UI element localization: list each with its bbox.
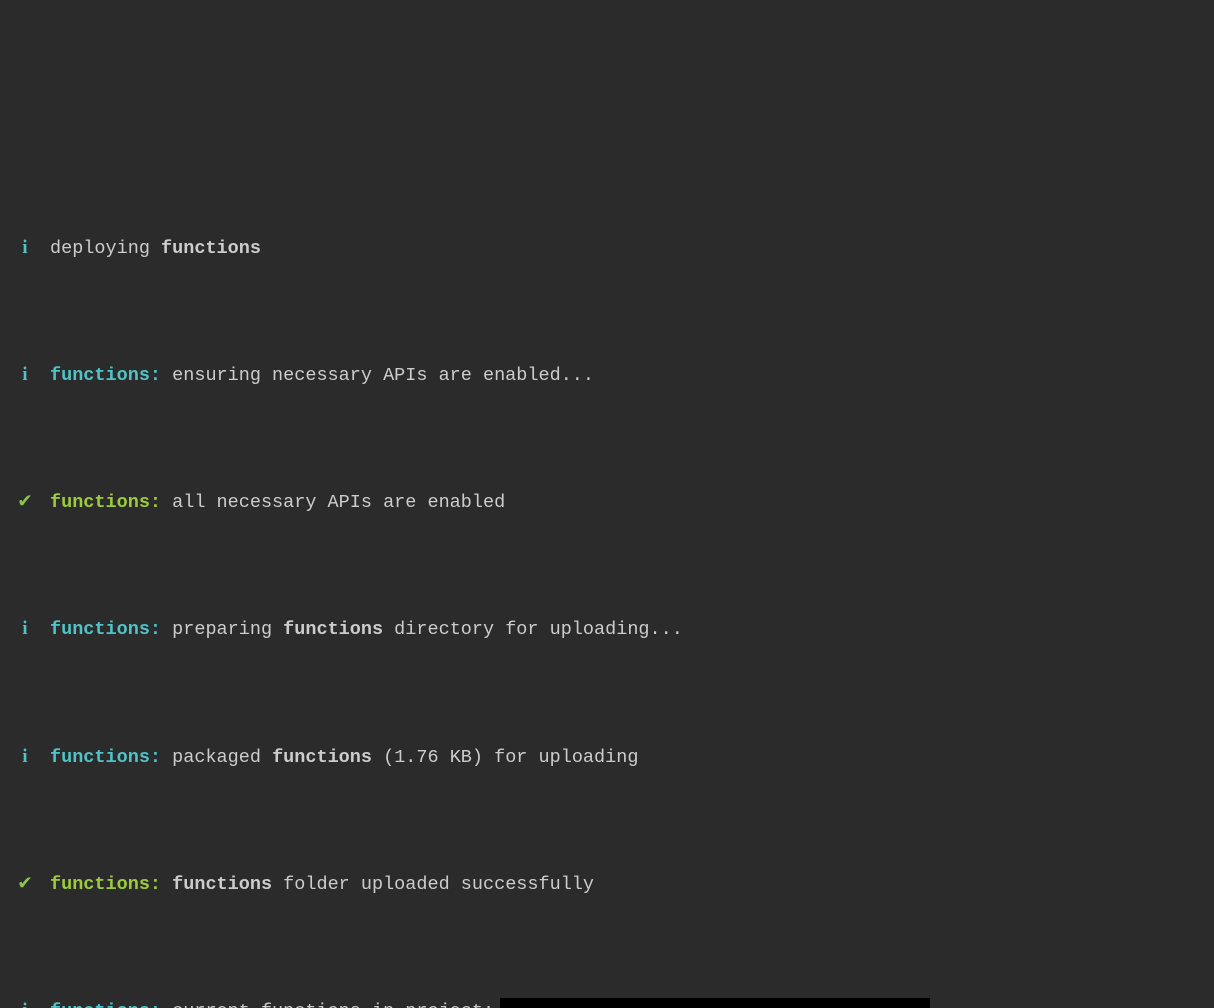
text: deploying bbox=[50, 238, 161, 259]
log-line: i functions: ensuring necessary APIs are… bbox=[14, 360, 1200, 392]
text: current functions in project: bbox=[161, 1001, 494, 1008]
info-icon: i bbox=[14, 614, 36, 646]
text: (1.76 KB) for uploading bbox=[372, 747, 638, 768]
check-icon: ✔ bbox=[14, 869, 36, 901]
category-label: functions: bbox=[50, 747, 161, 768]
info-icon: i bbox=[14, 742, 36, 774]
text bbox=[161, 874, 172, 895]
text: ensuring necessary APIs are enabled... bbox=[161, 365, 594, 386]
log-line: i functions: current functions in projec… bbox=[14, 996, 1200, 1008]
text: directory for uploading... bbox=[383, 619, 683, 640]
bold-text: functions bbox=[272, 747, 372, 768]
check-icon: ✔ bbox=[14, 487, 36, 519]
log-text: functions: ensuring necessary APIs are e… bbox=[50, 360, 594, 392]
terminal-output: i deploying functions i functions: ensur… bbox=[14, 137, 1200, 1008]
log-text: functions: all necessary APIs are enable… bbox=[50, 487, 505, 519]
text: folder uploaded successfully bbox=[272, 874, 594, 895]
text: preparing bbox=[161, 619, 283, 640]
log-line: i functions: packaged functions (1.76 KB… bbox=[14, 742, 1200, 774]
log-text: functions: current functions in project: bbox=[50, 996, 930, 1008]
log-text: functions: preparing functions directory… bbox=[50, 614, 683, 646]
redacted-block bbox=[500, 998, 930, 1008]
bold-text: functions bbox=[172, 874, 272, 895]
bold-text: functions bbox=[283, 619, 383, 640]
category-label: functions: bbox=[50, 492, 161, 513]
log-line: ✔ functions: all necessary APIs are enab… bbox=[14, 487, 1200, 519]
category-label: functions: bbox=[50, 1001, 161, 1008]
info-icon: i bbox=[14, 360, 36, 392]
category-label: functions: bbox=[50, 874, 161, 895]
log-line: ✔ functions: functions folder uploaded s… bbox=[14, 869, 1200, 901]
log-text: functions: functions folder uploaded suc… bbox=[50, 869, 594, 901]
log-text: deploying functions bbox=[50, 233, 261, 265]
category-label: functions: bbox=[50, 365, 161, 386]
log-line: i deploying functions bbox=[14, 233, 1200, 265]
log-text: functions: packaged functions (1.76 KB) … bbox=[50, 742, 638, 774]
text: all necessary APIs are enabled bbox=[161, 492, 505, 513]
category-label: functions: bbox=[50, 619, 161, 640]
log-line: i functions: preparing functions directo… bbox=[14, 614, 1200, 646]
info-icon: i bbox=[14, 233, 36, 265]
text: packaged bbox=[161, 747, 272, 768]
bold-text: functions bbox=[161, 238, 261, 259]
info-icon: i bbox=[14, 996, 36, 1008]
